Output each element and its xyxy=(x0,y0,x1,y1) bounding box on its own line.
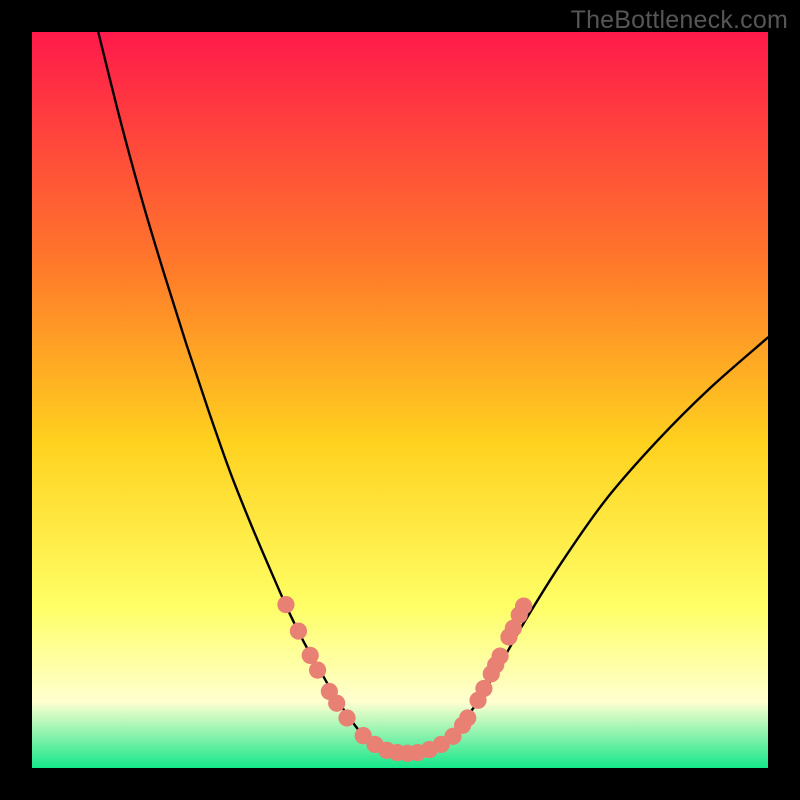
data-marker xyxy=(338,709,355,726)
plot-area xyxy=(32,32,768,768)
data-marker xyxy=(475,680,492,697)
data-marker xyxy=(459,709,476,726)
data-marker xyxy=(309,662,326,679)
gradient-background xyxy=(32,32,768,768)
data-marker xyxy=(515,597,532,614)
chart-frame: TheBottleneck.com xyxy=(0,0,800,800)
chart-svg xyxy=(32,32,768,768)
data-marker xyxy=(290,623,307,640)
watermark-text: TheBottleneck.com xyxy=(571,6,788,35)
data-marker xyxy=(492,648,509,665)
data-marker xyxy=(277,596,294,613)
data-marker xyxy=(302,647,319,664)
data-marker xyxy=(328,695,345,712)
